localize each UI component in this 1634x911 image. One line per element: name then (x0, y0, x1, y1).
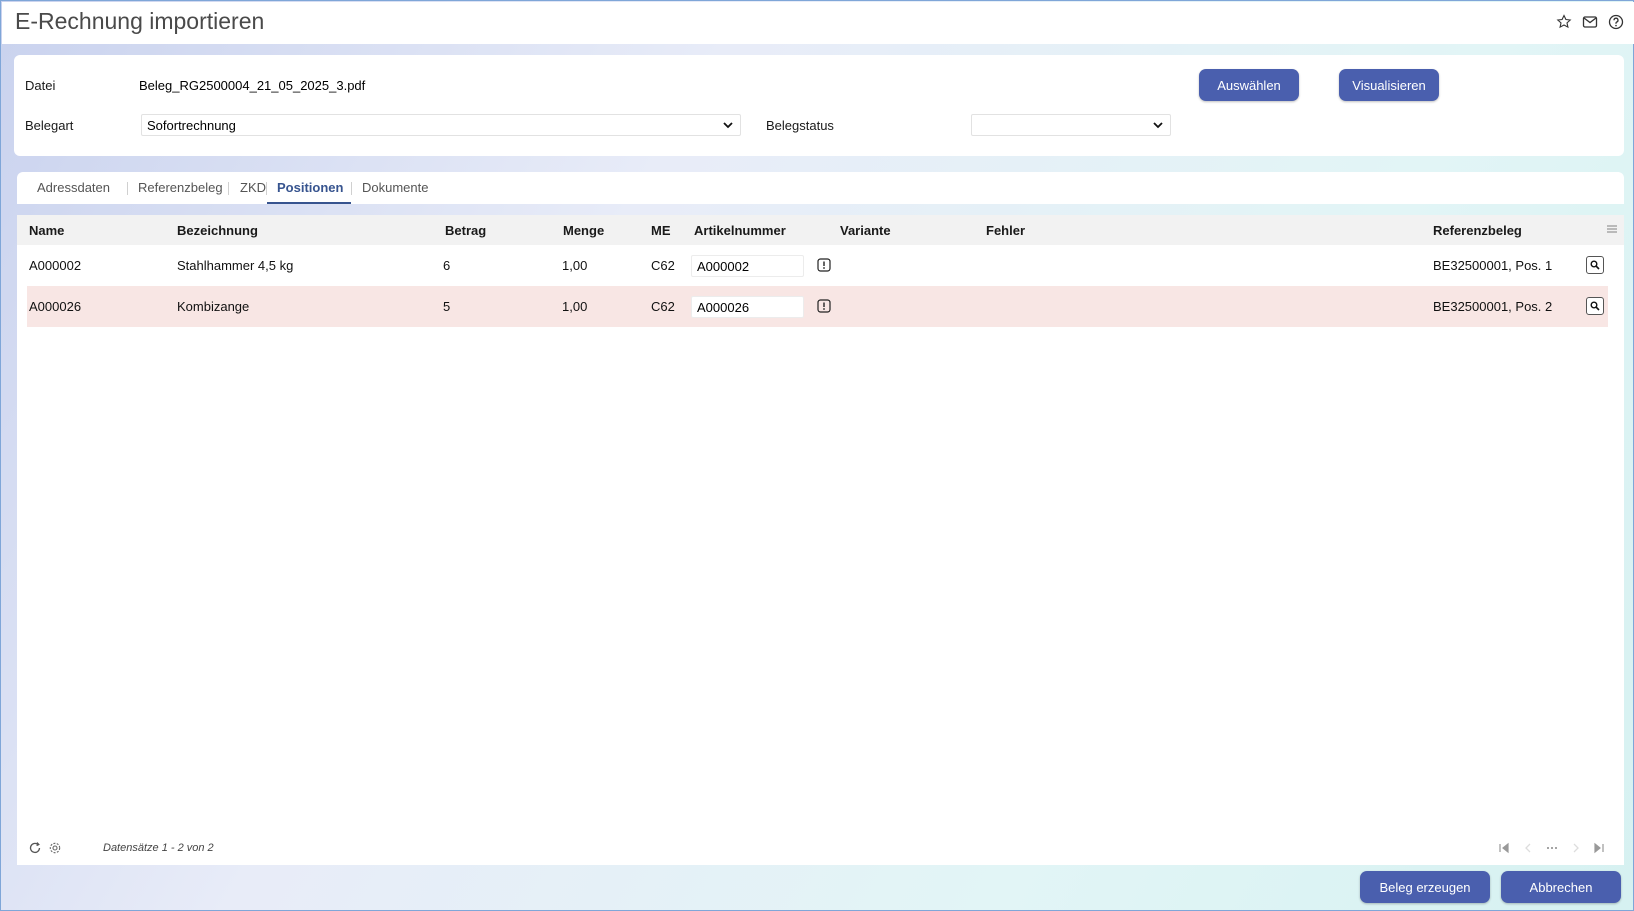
col-variante[interactable]: Variante (840, 223, 891, 238)
cell-name: A000002 (29, 258, 82, 273)
artikelnummer-input[interactable]: A000002 (691, 255, 804, 277)
cell-betrag: 6 (443, 258, 451, 273)
more-pages-icon[interactable] (1545, 841, 1559, 855)
prev-page-icon[interactable] (1521, 841, 1535, 855)
cell-me: C62 (651, 258, 675, 273)
tab-positionen[interactable]: Positionen (267, 172, 351, 204)
column-menu-icon[interactable] (1606, 223, 1618, 235)
cell-betrag: 5 (443, 299, 451, 314)
cancel-button[interactable]: Abbrechen (1501, 871, 1621, 903)
mail-icon[interactable] (1581, 13, 1598, 30)
col-fehler[interactable]: Fehler (986, 223, 1025, 238)
select-file-button[interactable]: Auswählen (1199, 69, 1299, 101)
cell-referenzbeleg: BE32500001, Pos. 2 (1433, 299, 1553, 314)
lookup-button[interactable] (1586, 297, 1604, 315)
next-page-icon[interactable] (1569, 841, 1583, 855)
star-icon[interactable] (1555, 13, 1572, 30)
chevron-down-icon (1153, 122, 1163, 129)
search-icon (1590, 260, 1600, 270)
variant-warning-icon[interactable] (817, 258, 831, 272)
col-bezeichnung[interactable]: Bezeichnung (177, 223, 258, 238)
artikelnummer-input[interactable]: A000026 (691, 296, 804, 318)
refresh-icon[interactable] (28, 841, 42, 855)
belegstatus-label: Belegstatus (766, 118, 834, 133)
last-page-icon[interactable] (1592, 841, 1606, 855)
lookup-button[interactable] (1586, 256, 1604, 274)
cell-referenzbeleg: BE32500001, Pos. 1 (1433, 258, 1553, 273)
belegart-select[interactable]: Sofortrechnung (141, 114, 741, 136)
col-name[interactable]: Name (29, 223, 64, 238)
col-referenzbeleg[interactable]: Referenzbeleg (1433, 223, 1522, 238)
table-row[interactable]: A000026 Kombizange 5 1,00 C62 A000026 BE… (27, 286, 1608, 327)
belegstatus-select[interactable] (971, 114, 1171, 136)
dialog-window: E-Rechnung importieren Datei Beleg_RG250… (0, 0, 1634, 911)
first-page-icon[interactable] (1497, 841, 1511, 855)
col-artikelnummer[interactable]: Artikelnummer (694, 223, 786, 238)
col-menge[interactable]: Menge (563, 223, 604, 238)
page-title: E-Rechnung importieren (15, 8, 265, 34)
positions-grid: Name Bezeichnung Betrag Menge ME Artikel… (17, 215, 1624, 865)
help-icon[interactable] (1607, 13, 1624, 30)
datei-value: Beleg_RG2500004_21_05_2025_3.pdf (139, 78, 366, 93)
cell-menge: 1,00 (562, 258, 588, 273)
records-count: Datensätze 1 - 2 von 2 (103, 842, 214, 854)
cell-bezeichnung: Kombizange (177, 299, 250, 314)
chevron-down-icon (723, 122, 733, 129)
table-row[interactable]: A000002 Stahlhammer 4,5 kg 6 1,00 C62 A0… (27, 245, 1608, 286)
variant-warning-icon[interactable] (817, 299, 831, 313)
gear-icon[interactable] (48, 841, 62, 855)
col-me[interactable]: ME (651, 223, 671, 238)
belegart-value: Sofortrechnung (147, 118, 236, 133)
cell-bezeichnung: Stahlhammer 4,5 kg (177, 258, 294, 273)
grid-footer: Datensätze 1 - 2 von 2 (17, 833, 1624, 863)
datei-label: Datei (25, 78, 56, 93)
tab-adressdaten[interactable]: Adressdaten (27, 172, 120, 204)
search-icon (1590, 301, 1600, 311)
col-betrag[interactable]: Betrag (445, 223, 486, 238)
cell-me: C62 (651, 299, 675, 314)
grid-header: Name Bezeichnung Betrag Menge ME Artikel… (17, 215, 1624, 245)
visualize-button[interactable]: Visualisieren (1339, 69, 1439, 101)
cell-name: A000026 (29, 299, 82, 314)
tab-bar: Adressdaten Referenzbeleg ZKD Positionen… (17, 172, 1624, 204)
cell-menge: 1,00 (562, 299, 588, 314)
title-bar: E-Rechnung importieren (2, 2, 1634, 44)
tab-referenzbeleg[interactable]: Referenzbeleg (128, 172, 233, 204)
create-document-button[interactable]: Beleg erzeugen (1360, 871, 1490, 903)
import-form: Datei Beleg_RG2500004_21_05_2025_3.pdf A… (14, 55, 1624, 156)
tab-dokumente[interactable]: Dokumente (352, 172, 438, 204)
belegart-label: Belegart (25, 118, 74, 133)
